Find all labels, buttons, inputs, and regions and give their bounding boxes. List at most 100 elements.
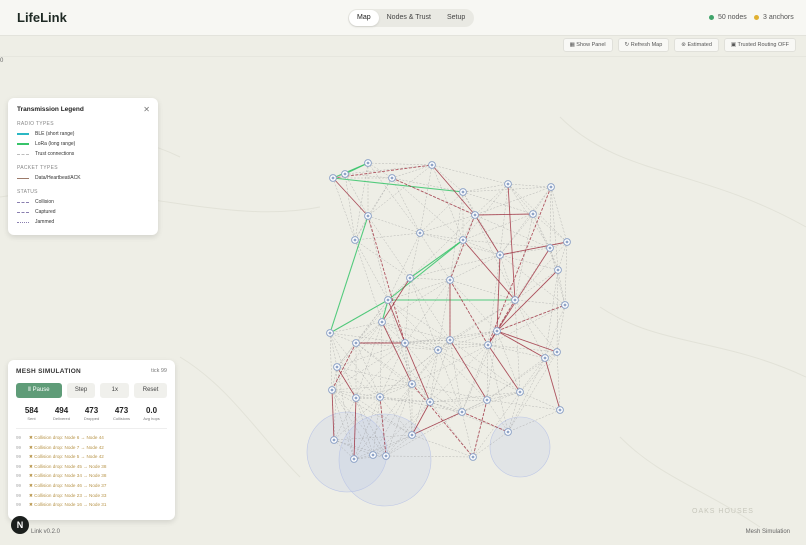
mesh-node[interactable] bbox=[333, 363, 341, 371]
pause-button[interactable]: Ⅱ Pause bbox=[16, 383, 62, 398]
node-core bbox=[556, 268, 560, 272]
mesh-node[interactable] bbox=[556, 406, 564, 414]
legend-packet-heading: PACKET TYPES bbox=[17, 165, 58, 171]
trust-line-142 bbox=[461, 330, 498, 413]
mesh-node[interactable] bbox=[426, 398, 434, 406]
node-core bbox=[371, 453, 375, 457]
mesh-node[interactable] bbox=[484, 341, 492, 349]
app-version: Link v0.2.0 bbox=[31, 529, 61, 535]
show-panel-button[interactable]: ▦ Show Panel bbox=[562, 38, 613, 52]
mesh-node[interactable] bbox=[364, 212, 372, 220]
mesh-node[interactable] bbox=[471, 211, 479, 219]
mesh-node[interactable] bbox=[351, 236, 359, 244]
user-avatar[interactable]: N bbox=[11, 516, 29, 534]
mesh-node[interactable] bbox=[554, 266, 562, 274]
node-core bbox=[328, 331, 332, 335]
close-icon[interactable]: ✕ bbox=[143, 105, 150, 114]
node-core bbox=[378, 395, 382, 399]
node-core bbox=[485, 398, 489, 402]
tab-nodes-trust[interactable]: Nodes & Trust bbox=[379, 10, 439, 26]
estimated-button[interactable]: ⊛ Estimated bbox=[674, 38, 719, 52]
mesh-node[interactable] bbox=[382, 452, 390, 460]
mesh-node[interactable] bbox=[493, 327, 501, 335]
mesh-node[interactable] bbox=[511, 296, 519, 304]
mesh-node[interactable] bbox=[364, 159, 372, 167]
anchors-count-stat: 3 anchors bbox=[754, 14, 794, 21]
mesh-node[interactable] bbox=[378, 318, 386, 326]
mesh-node[interactable] bbox=[529, 210, 537, 218]
trust-line-163 bbox=[519, 351, 558, 393]
packet-route-16 bbox=[387, 299, 406, 344]
mesh-node[interactable] bbox=[408, 380, 416, 388]
node-core bbox=[471, 455, 475, 459]
mesh-node[interactable] bbox=[446, 336, 454, 344]
mesh-node[interactable] bbox=[401, 339, 409, 347]
mesh-node[interactable] bbox=[328, 386, 336, 394]
mesh-node[interactable] bbox=[326, 329, 334, 337]
speed-button[interactable]: 1x bbox=[100, 383, 130, 398]
mesh-node[interactable] bbox=[469, 453, 477, 461]
trust-line-9 bbox=[344, 173, 356, 241]
mesh-node[interactable] bbox=[516, 388, 524, 396]
mesh-node[interactable] bbox=[408, 431, 416, 439]
node-core bbox=[473, 213, 477, 217]
counter-avg-hops: 0.0 Avg hops bbox=[143, 406, 160, 421]
mesh-node[interactable] bbox=[459, 236, 467, 244]
mesh-node[interactable] bbox=[561, 301, 569, 309]
node-core bbox=[384, 454, 388, 458]
packet-route-1 bbox=[431, 164, 476, 216]
mesh-node[interactable] bbox=[416, 229, 424, 237]
mesh-node[interactable] bbox=[553, 348, 561, 356]
trust-line-158 bbox=[486, 357, 546, 401]
node-core bbox=[331, 176, 335, 180]
mesh-node[interactable] bbox=[496, 251, 504, 259]
node-core bbox=[506, 182, 510, 186]
mesh-node[interactable] bbox=[504, 180, 512, 188]
mesh-node[interactable] bbox=[329, 174, 337, 182]
mesh-node[interactable] bbox=[547, 183, 555, 191]
mesh-node[interactable] bbox=[483, 396, 491, 404]
mesh-node[interactable] bbox=[434, 346, 442, 354]
packet-line-icon bbox=[17, 177, 29, 179]
mesh-node[interactable] bbox=[563, 238, 571, 246]
mesh-node[interactable] bbox=[350, 455, 358, 463]
anchors-count: 3 anchors bbox=[763, 14, 794, 21]
trusted-routing-button[interactable]: ▣ Trusted Routing OFF bbox=[723, 38, 796, 52]
tab-setup[interactable]: Setup bbox=[439, 10, 473, 26]
trust-line-45 bbox=[550, 186, 559, 271]
mesh-node[interactable] bbox=[541, 354, 549, 362]
mesh-node[interactable] bbox=[388, 174, 396, 182]
mesh-simulation-panel: MESH SIMULATION tick 99 Ⅱ Pause Step 1x … bbox=[8, 360, 175, 520]
mesh-node[interactable] bbox=[384, 296, 392, 304]
mesh-node[interactable] bbox=[428, 161, 436, 169]
node-core bbox=[518, 390, 522, 394]
trust-line-135 bbox=[514, 299, 521, 393]
packet-route-14 bbox=[449, 339, 488, 401]
tab-map[interactable]: Map bbox=[349, 10, 379, 26]
step-button[interactable]: Step bbox=[66, 383, 96, 398]
trust-line-97 bbox=[367, 215, 389, 301]
mesh-node[interactable] bbox=[446, 276, 454, 284]
reset-button[interactable]: Reset bbox=[134, 383, 167, 398]
mesh-node[interactable] bbox=[376, 393, 384, 401]
trust-line-189 bbox=[329, 321, 383, 334]
trust-connections bbox=[329, 162, 568, 460]
trust-line-26 bbox=[419, 164, 433, 234]
trust-line-191 bbox=[331, 321, 383, 391]
mesh-node[interactable] bbox=[352, 339, 360, 347]
mesh-node[interactable] bbox=[330, 436, 338, 444]
mesh-node[interactable] bbox=[458, 408, 466, 416]
mesh-node[interactable] bbox=[352, 394, 360, 402]
mesh-node[interactable] bbox=[504, 428, 512, 436]
trust-line-201 bbox=[355, 342, 381, 398]
counter-collisions: 473 Collisions bbox=[112, 406, 131, 421]
trust-line-198 bbox=[336, 342, 357, 368]
mesh-node[interactable] bbox=[459, 188, 467, 196]
mesh-node[interactable] bbox=[341, 170, 349, 178]
trust-line-67 bbox=[544, 269, 559, 359]
node-core bbox=[548, 246, 552, 250]
mesh-node[interactable] bbox=[406, 274, 414, 282]
mesh-node[interactable] bbox=[546, 244, 554, 252]
mesh-node[interactable] bbox=[369, 451, 377, 459]
refresh-map-button[interactable]: ↻ Refresh Map bbox=[617, 38, 670, 52]
